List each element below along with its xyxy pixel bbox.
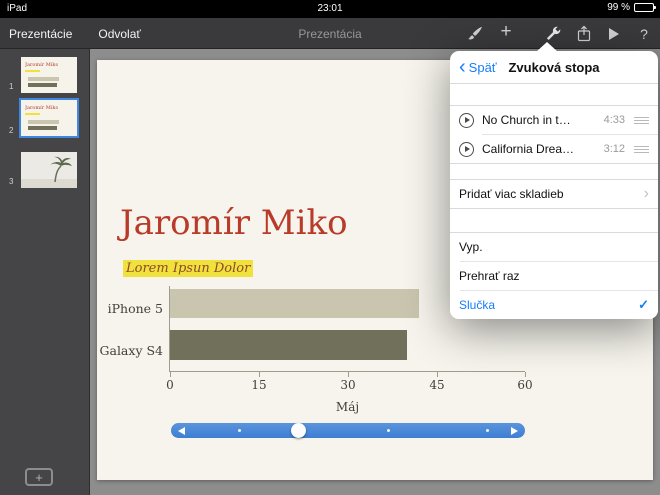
battery-icon [634, 3, 654, 12]
presentations-button[interactable]: Prezentácie [9, 27, 72, 41]
mini-chart-bar [28, 83, 57, 87]
play-presentation-button[interactable] [607, 28, 621, 40]
axis-tick-label: 0 [166, 378, 174, 392]
battery-percent: 99 % [607, 2, 630, 13]
axis-tick [170, 372, 171, 377]
chevron-right-icon: › [644, 189, 649, 199]
track-duration: 4:33 [604, 114, 625, 126]
section-spacer [450, 209, 658, 232]
play-track-icon[interactable] [459, 142, 474, 157]
add-object-button[interactable]: + [499, 21, 513, 43]
format-brush-icon[interactable] [468, 26, 483, 41]
scrubber-dot [387, 429, 390, 432]
axis-tick-label: 30 [340, 378, 355, 392]
mini-slide-title: Jaromír Miko [25, 105, 58, 111]
track-name: California Drea… [482, 142, 604, 156]
axis-tick [259, 372, 260, 377]
back-button[interactable]: ‹ Späť [459, 60, 497, 75]
add-slide-button[interactable]: + [25, 468, 53, 486]
track-row[interactable]: California Drea… 3:12 [450, 135, 658, 163]
back-chevron-icon: ‹ [459, 61, 466, 73]
help-button[interactable]: ? [637, 26, 651, 42]
slide-number: 3 [9, 177, 13, 186]
option-play-once[interactable]: Prehrať raz [450, 262, 658, 290]
status-bar: iPad 23:01 99 % [0, 0, 660, 18]
section-spacer [450, 164, 658, 179]
option-loop[interactable]: Slučka ✓ [450, 291, 658, 319]
chart-bar-iphone5 [170, 289, 419, 318]
mini-chart-bar [28, 126, 57, 130]
popover-title: Zvuková stopa [508, 60, 599, 75]
play-track-icon[interactable] [459, 113, 474, 128]
reorder-handle-icon[interactable] [634, 117, 649, 124]
chart-scrubber[interactable] [171, 423, 525, 438]
keynote-app-window: iPad 23:01 99 % Prezentácie Odvolať Prez… [0, 0, 660, 495]
chart-bar-galaxys4 [170, 330, 407, 360]
reorder-handle-icon[interactable] [634, 146, 649, 153]
mini-chart-bar [28, 77, 59, 81]
slide-number: 2 [9, 126, 13, 135]
popover-header: ‹ Späť Zvuková stopa [450, 51, 658, 84]
axis-tick-label: 15 [251, 378, 266, 392]
scrubber-knob[interactable] [291, 423, 306, 438]
share-icon[interactable] [577, 25, 591, 42]
track-list: No Church in t… 4:33 California Drea… 3:… [450, 105, 658, 164]
option-off[interactable]: Vyp. [450, 233, 658, 261]
slide-number: 1 [9, 82, 13, 91]
add-more-section: Pridať viac skladieb › [450, 179, 658, 209]
undo-button[interactable]: Odvolať [98, 27, 141, 41]
axis-tick-label: 45 [429, 378, 444, 392]
track-name: No Church in t… [482, 113, 604, 127]
playback-options: Vyp. Prehrať raz Slučka ✓ [450, 232, 658, 319]
add-more-songs-row[interactable]: Pridať viac skladieb › [450, 180, 658, 208]
back-button-label: Späť [469, 60, 497, 75]
slide-thumbnail-2-selected[interactable]: Jaromír Miko [21, 100, 77, 136]
slide-navigator: 1 Jaromír Miko 2 Jaromír Miko 3 + [0, 49, 90, 495]
track-row[interactable]: No Church in t… 4:33 [450, 106, 658, 134]
scrubber-dot [238, 429, 241, 432]
soundtrack-popover: ‹ Späť Zvuková stopa No Church in t… 4:3… [450, 42, 658, 319]
mini-chart-bar [28, 120, 59, 124]
palm-tree-photo [21, 152, 77, 188]
slide-thumbnail-1[interactable]: Jaromír Miko [21, 57, 77, 93]
x-axis-label: Máj [170, 400, 525, 414]
axis-tick [348, 372, 349, 377]
mini-slide-title: Jaromír Miko [25, 62, 58, 68]
axis-tick [525, 372, 526, 377]
clock: 23:01 [0, 3, 660, 14]
add-more-label: Pridať viac skladieb [459, 187, 644, 201]
chart-category-label: iPhone 5 [99, 301, 163, 316]
mini-slide-subtitle [25, 113, 40, 115]
scrubber-dot [486, 429, 489, 432]
chart-category-label: Galaxy S4 [99, 343, 163, 358]
scrubber-left-arrow-icon[interactable] [178, 427, 185, 435]
battery-status: 99 % [607, 2, 654, 13]
slide-thumbnail-3[interactable] [21, 152, 77, 188]
checkmark-icon: ✓ [638, 297, 649, 313]
slide-subtitle-text[interactable]: Lorem Ipsun Dolor [123, 260, 253, 277]
axis-tick [437, 372, 438, 377]
slide-title-text[interactable]: Jaromír Miko [120, 203, 348, 243]
axis-tick-label: 60 [517, 378, 532, 392]
tools-wrench-icon[interactable] [546, 26, 561, 41]
track-duration: 3:12 [604, 143, 625, 155]
section-spacer [450, 84, 658, 105]
scrubber-right-arrow-icon[interactable] [511, 427, 518, 435]
mini-slide-subtitle [25, 70, 40, 72]
